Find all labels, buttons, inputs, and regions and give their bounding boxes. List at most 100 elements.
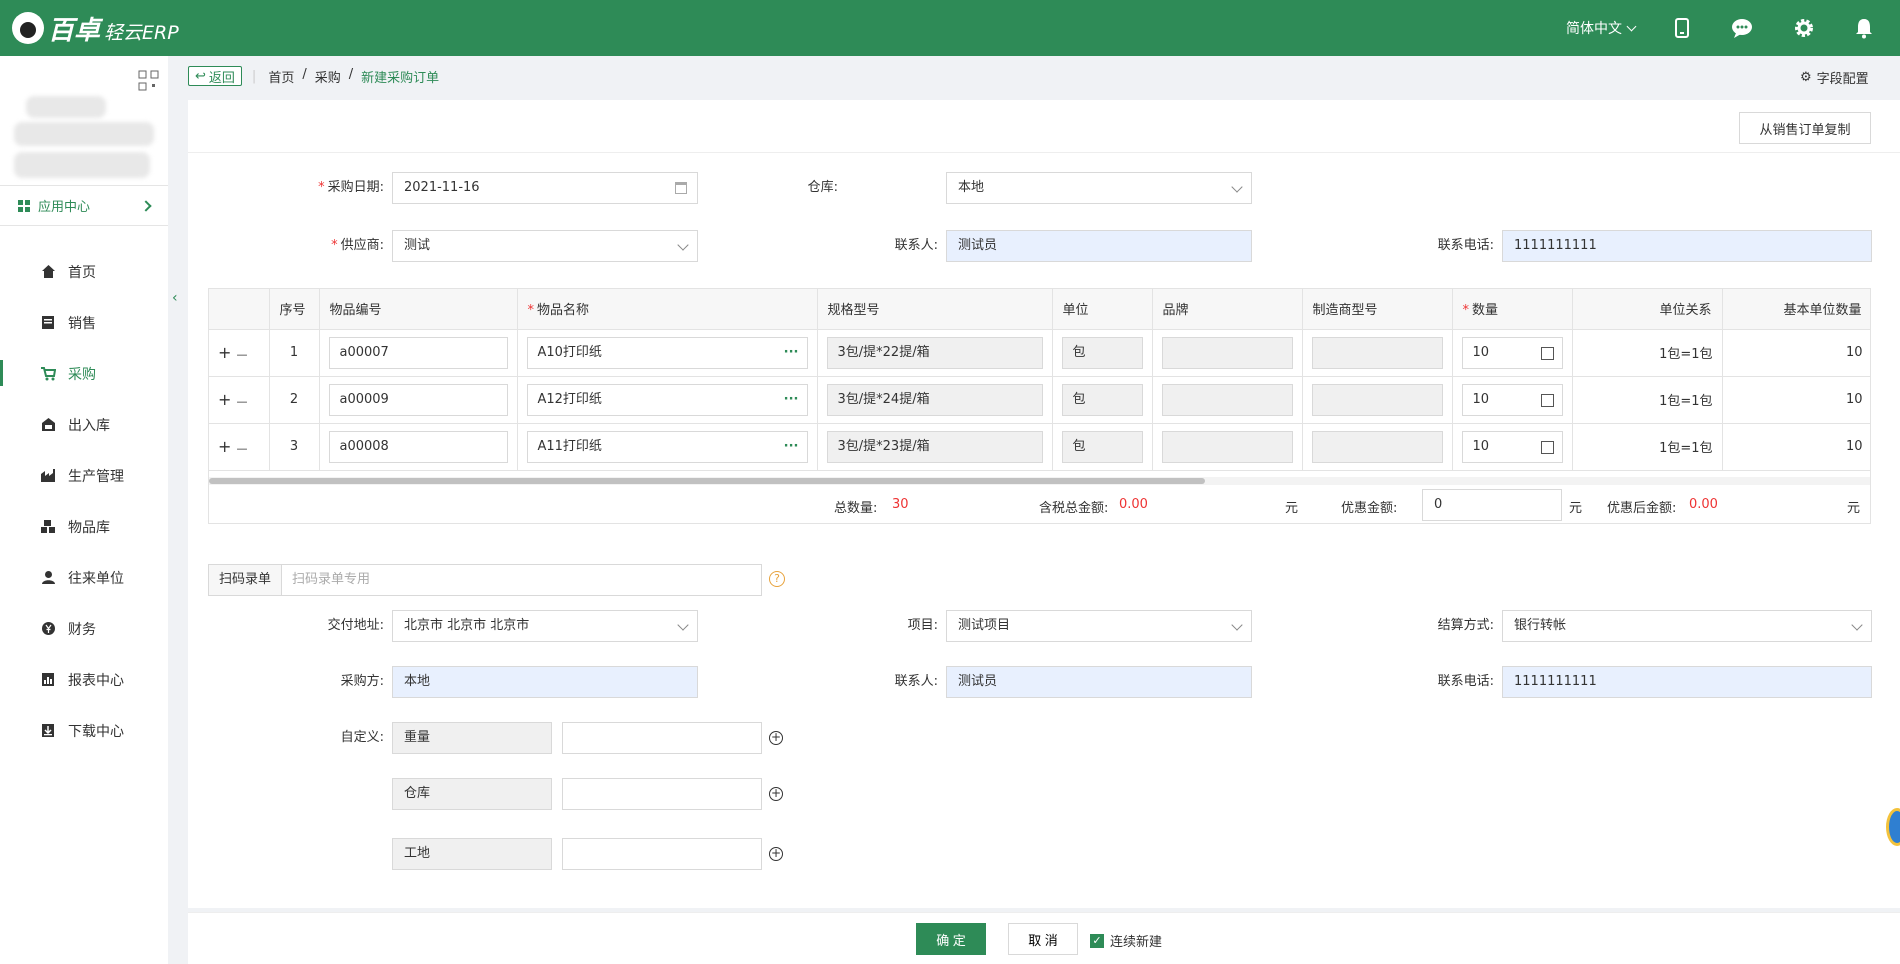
warehouse-icon xyxy=(40,417,56,433)
chat-icon[interactable] xyxy=(1728,14,1756,42)
remove-row-button[interactable]: — xyxy=(237,442,248,455)
unit-cell: 包 xyxy=(1052,376,1153,424)
item-code-input[interactable]: a00007 xyxy=(328,336,508,369)
purchase-date-label: * 采购日期: xyxy=(318,180,384,195)
breadcrumb-purchase[interactable]: 采购 xyxy=(315,67,341,86)
settlement-select[interactable]: 银行转帐 xyxy=(1502,610,1872,642)
breadcrumb: ↩ 返回 | 首页 / 采购 / 新建采购订单 xyxy=(188,64,1900,88)
warehouse-select[interactable]: 本地 xyxy=(946,172,1252,204)
add-circle-icon[interactable]: + xyxy=(769,787,783,801)
brand-cell xyxy=(1152,329,1303,377)
calculator-icon[interactable] xyxy=(1540,393,1554,407)
purchase-date-input[interactable]: 2021-11-16 xyxy=(392,172,698,204)
remove-row-button[interactable]: — xyxy=(237,395,248,408)
project-select[interactable]: 测试项目 xyxy=(946,610,1252,642)
sidebar-item-purchase[interactable]: 采购 xyxy=(0,348,168,399)
qrcode-icon[interactable] xyxy=(138,70,160,92)
quantity-input[interactable]: 10 xyxy=(1461,430,1563,463)
column-header: 序号 xyxy=(269,289,320,330)
spec-cell: 3包/提*24提/箱 xyxy=(817,376,1053,424)
app-logo[interactable]: 百卓 轻云ERP xyxy=(12,6,179,50)
language-select[interactable]: 简体中文 xyxy=(1566,18,1637,38)
add-row-button[interactable]: + xyxy=(218,343,231,362)
app-center-link[interactable]: 应用中心 xyxy=(0,186,168,226)
sidebar-item-items[interactable]: 物品库 xyxy=(0,501,168,552)
custom-field-name[interactable]: 工地 xyxy=(392,838,552,870)
sidebar-item-sales[interactable]: 销售 xyxy=(0,297,168,348)
calculator-icon[interactable] xyxy=(1540,346,1554,360)
delivery-address-select[interactable]: 北京市 北京市 北京市 xyxy=(392,610,698,642)
logo-icon xyxy=(12,12,44,44)
copy-from-sales-order-button[interactable]: 从销售订单复制 xyxy=(1739,112,1871,144)
chevron-down-icon xyxy=(677,239,689,251)
logo-subtext: 轻云ERP xyxy=(104,21,179,44)
language-label: 简体中文 xyxy=(1566,21,1622,37)
item-name-input[interactable]: A10打印纸 ··· xyxy=(526,336,808,369)
yen-icon xyxy=(40,621,56,637)
more-icon[interactable]: ··· xyxy=(784,432,799,462)
sidebar-nav: 首页 销售 采购 出入库 生产管理 物品库 往来单位 财务 报表中心 下载中心 xyxy=(0,246,168,756)
unit-field: 包 xyxy=(1061,430,1143,463)
custom-field-value[interactable] xyxy=(562,778,762,810)
sidebar-item-finance[interactable]: 财务 xyxy=(0,603,168,654)
spec-field: 3包/提*23提/箱 xyxy=(826,430,1043,463)
supplier-label: * 供应商: xyxy=(331,238,384,253)
brand-cell xyxy=(1152,423,1303,471)
calendar-icon xyxy=(675,182,687,194)
collapse-sidebar-icon[interactable]: ‹ xyxy=(172,290,178,306)
calculator-icon[interactable] xyxy=(1540,440,1554,454)
sidebar-item-downloads[interactable]: 下载中心 xyxy=(0,705,168,756)
breadcrumb-home[interactable]: 首页 xyxy=(268,67,294,86)
sidebar-item-label: 财务 xyxy=(68,621,96,638)
bottom-action-bar: 确 定 取 消 ✓ 连续新建 xyxy=(188,912,1900,964)
help-icon[interactable]: ? xyxy=(769,571,785,587)
item-name-input[interactable]: A11打印纸 ··· xyxy=(526,430,808,463)
mobile-icon[interactable] xyxy=(1668,14,1696,42)
custom-field-value[interactable] xyxy=(562,722,762,754)
warehouse-label: 仓库: xyxy=(807,180,838,195)
custom-field-name[interactable]: 仓库 xyxy=(392,778,552,810)
sidebar-item-label: 采购 xyxy=(68,366,96,383)
quantity-input[interactable]: 10 xyxy=(1461,383,1563,416)
supplier-select[interactable]: 测试 xyxy=(392,230,698,262)
sidebar-item-partners[interactable]: 往来单位 xyxy=(0,552,168,603)
custom-field-name[interactable]: 重量 xyxy=(392,722,552,754)
add-row-button[interactable]: + xyxy=(218,390,231,409)
confirm-button[interactable]: 确 定 xyxy=(916,923,986,955)
sidebar-item-reports[interactable]: 报表中心 xyxy=(0,654,168,705)
quantity-input[interactable]: 10 xyxy=(1461,336,1563,369)
column-header: 单位 xyxy=(1052,289,1153,330)
delivery-address-label: 交付地址: xyxy=(327,618,384,633)
scrollbar-thumb[interactable] xyxy=(209,478,1205,484)
phone2-field: 1111111111 xyxy=(1502,666,1872,698)
sidebar-item-home[interactable]: 首页 xyxy=(0,246,168,297)
add-circle-icon[interactable]: + xyxy=(769,847,783,861)
horizontal-scrollbar[interactable] xyxy=(209,477,1870,485)
breadcrumb-slash: / xyxy=(302,66,307,82)
item-code-input[interactable]: a00008 xyxy=(328,430,508,463)
custom-field-value[interactable] xyxy=(562,838,762,870)
cancel-button[interactable]: 取 消 xyxy=(1008,923,1078,955)
sidebar-item-production[interactable]: 生产管理 xyxy=(0,450,168,501)
add-row-button[interactable]: + xyxy=(218,437,231,456)
continue-create-checkbox[interactable]: ✓ 连续新建 xyxy=(1090,931,1162,950)
scan-entry-input[interactable]: 扫码录单专用 xyxy=(282,564,763,596)
total-qty-value: 30 xyxy=(892,497,909,512)
bell-icon[interactable] xyxy=(1850,14,1878,42)
item-code-input[interactable]: a00009 xyxy=(328,383,508,416)
scan-entry-label[interactable]: 扫码录单 xyxy=(208,564,283,596)
gear-icon[interactable] xyxy=(1790,14,1818,42)
more-icon[interactable]: ··· xyxy=(784,385,799,415)
discount-input[interactable]: 0 xyxy=(1422,489,1562,521)
more-icon[interactable]: ··· xyxy=(784,338,799,368)
back-button[interactable]: ↩ 返回 xyxy=(188,66,242,86)
field-config-button[interactable]: ⚙ 字段配置 xyxy=(1800,68,1869,87)
user-profile[interactable] xyxy=(0,56,168,186)
spec-cell: 3包/提*22提/箱 xyxy=(817,329,1053,377)
item-name-input[interactable]: A12打印纸 ··· xyxy=(526,383,808,416)
add-circle-icon[interactable]: + xyxy=(769,731,783,745)
row-number: 2 xyxy=(269,376,320,424)
sidebar-item-inout[interactable]: 出入库 xyxy=(0,399,168,450)
remove-row-button[interactable]: — xyxy=(237,348,248,361)
mfr-model-cell xyxy=(1302,376,1453,424)
